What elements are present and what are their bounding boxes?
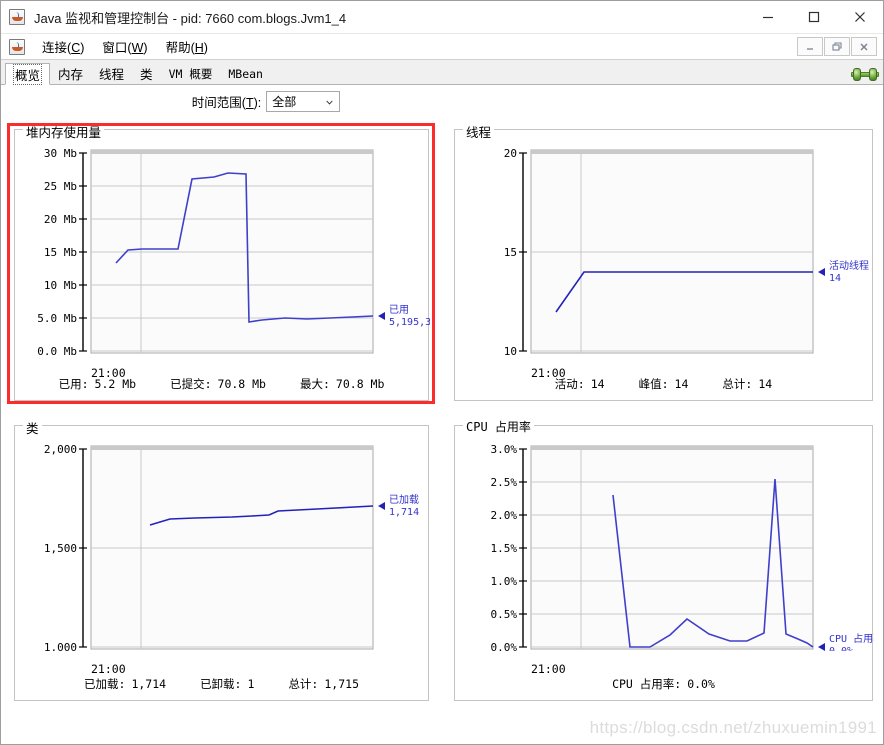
cpu-x-tick-label: 21:00 [531, 662, 566, 676]
window-title: Java 监视和管理控制台 - pid: 7660 com.blogs.Jvm1… [34, 10, 347, 26]
thread-stat-peak: 峰值: 14 [638, 377, 689, 391]
time-range-value: 全部 [272, 94, 297, 109]
time-range-label: 时间范围(T): [191, 95, 262, 110]
menu-item-window[interactable]: 窗口(W) [93, 35, 156, 58]
svg-text:15 Mb: 15 Mb [44, 246, 77, 259]
cpu-panel-title: CPU 占用率 [463, 418, 534, 435]
classes-stat-loaded: 已加载: 1,714 [84, 677, 167, 691]
chevron-down-icon [326, 100, 333, 105]
svg-text:已用: 已用 [389, 305, 409, 316]
svg-text:活动线程: 活动线程 [829, 259, 869, 272]
classes-stat-unloaded: 已卸载: 1 [200, 677, 255, 691]
menu-item-help[interactable]: 帮助(H) [157, 35, 217, 58]
svg-text:1,500: 1,500 [44, 542, 77, 555]
minimize-button[interactable] [745, 1, 791, 33]
cpu-stat-usage: CPU 占用率: 0.0% [612, 677, 715, 691]
window-controls [745, 1, 883, 33]
svg-text:5.0 Mb: 5.0 Mb [37, 312, 77, 325]
thread-stat-live: 活动: 14 [554, 377, 605, 391]
chart-panel-grid: 堆内存使用量 30 Mb 25 Mb 20 Mb 15 Mb 10 Mb 5.0… [1, 122, 883, 744]
mdi-window-controls [797, 37, 883, 56]
thread-chart[interactable]: 20 15 10 活动线程 14 [455, 140, 872, 355]
svg-text:3.0%: 3.0% [491, 443, 518, 456]
menu-bar: 连接(C) 窗口(W) 帮助(H) [1, 34, 883, 60]
heap-memory-panel: 堆内存使用量 30 Mb 25 Mb 20 Mb 15 Mb 10 Mb 5.0… [14, 122, 430, 401]
svg-text:15: 15 [504, 246, 517, 259]
classes-panel: 类 2,000 1,500 1,000 已加载 1,714 21:00 已加载:… [14, 418, 429, 701]
cpu-usage-chart[interactable]: 3.0% 2.5% 2.0% 1.5% 1.0% 0.5% 0.0% CPU 占… [455, 436, 874, 651]
thread-stats: 活动: 14 峰值: 14 总计: 14 [455, 376, 872, 392]
svg-text:2.0%: 2.0% [491, 509, 518, 522]
tab-mbean[interactable]: MBean [220, 63, 271, 84]
tab-vm-summary[interactable]: VM 概要 [160, 63, 221, 84]
time-range-select[interactable]: 全部 [266, 90, 341, 112]
menu-items: 连接(C) 窗口(W) 帮助(H) [33, 35, 217, 58]
svg-text:0.5%: 0.5% [491, 608, 518, 621]
svg-text:1,000: 1,000 [44, 641, 77, 651]
thread-stat-total: 总计: 14 [722, 377, 773, 391]
svg-text:CPU 占用率: CPU 占用率 [829, 632, 874, 645]
mdi-restore-button[interactable] [824, 37, 850, 56]
time-range-row: 时间范围(T): 全部 [1, 89, 883, 113]
maximize-button[interactable] [791, 1, 837, 33]
menu-item-connect[interactable]: 连接(C) [33, 35, 93, 58]
svg-text:10: 10 [504, 345, 517, 355]
classes-x-tick-label: 21:00 [91, 662, 126, 676]
mdi-minimize-button[interactable] [797, 37, 823, 56]
tab-threads[interactable]: 线程 [91, 63, 133, 84]
svg-text:1,714: 1,714 [389, 507, 419, 518]
svg-text:0.0 Mb: 0.0 Mb [37, 345, 77, 355]
svg-text:5,195,352: 5,195,352 [389, 317, 430, 328]
heap-stats: 已用: 5.2 Mb 已提交: 70.8 Mb 最大: 70.8 Mb [15, 376, 428, 392]
heap-memory-chart[interactable]: 30 Mb 25 Mb 20 Mb 15 Mb 10 Mb 5.0 Mb 0.0… [15, 140, 430, 355]
svg-text:2,000: 2,000 [44, 443, 77, 456]
classes-panel-title: 类 [23, 418, 42, 437]
threads-panel-title: 线程 [463, 122, 495, 141]
mdi-close-button[interactable] [851, 37, 877, 56]
svg-text:1.5%: 1.5% [491, 542, 518, 555]
title-bar: Java 监视和管理控制台 - pid: 7660 com.blogs.Jvm1… [1, 1, 883, 34]
svg-text:已加载: 已加载 [389, 494, 419, 506]
classes-chart[interactable]: 2,000 1,500 1,000 已加载 1,714 [15, 436, 428, 651]
svg-text:30 Mb: 30 Mb [44, 147, 77, 160]
svg-text:20: 20 [504, 147, 517, 160]
svg-text:25 Mb: 25 Mb [44, 180, 77, 193]
svg-text:10 Mb: 10 Mb [44, 279, 77, 292]
svg-text:1.0%: 1.0% [491, 575, 518, 588]
tab-classes[interactable]: 类 [132, 63, 161, 84]
svg-text:14: 14 [829, 273, 841, 284]
tab-bar: 概览 内存 线程 类 VM 概要 MBean [1, 60, 883, 85]
tab-memory[interactable]: 内存 [50, 63, 92, 84]
svg-text:0.0%: 0.0% [491, 641, 518, 651]
cpu-stats: CPU 占用率: 0.0% [455, 676, 872, 692]
svg-text:20 Mb: 20 Mb [44, 213, 77, 226]
heap-stat-committed: 已提交: 70.8 Mb [170, 377, 266, 391]
threads-panel: 线程 20 15 10 活动线程 14 21:00 活动: 14 峰值: 14 … [454, 122, 873, 401]
svg-text:2.5%: 2.5% [491, 476, 518, 489]
tab-overview[interactable]: 概览 [5, 63, 51, 85]
classes-stats: 已加载: 1,714 已卸载: 1 总计: 1,715 [15, 676, 428, 692]
java-app-icon [9, 9, 25, 25]
heap-stat-used: 已用: 5.2 Mb [58, 377, 137, 391]
svg-text:0.0%: 0.0% [829, 646, 853, 651]
classes-stat-total: 总计: 1,715 [288, 677, 359, 691]
heap-stat-max: 最大: 70.8 Mb [299, 377, 385, 391]
cpu-usage-panel: CPU 占用率 3.0% 2.5% 2.0% 1.5% 1.0% 0.5% 0.… [454, 418, 874, 701]
heap-panel-title: 堆内存使用量 [23, 122, 105, 141]
close-button[interactable] [837, 1, 883, 33]
connection-status-icon[interactable] [851, 67, 879, 82]
overview-content: 时间范围(T): 全部 堆内存使用量 30 Mb 25 Mb 20 Mb 15 … [1, 85, 883, 744]
menu-java-icon [9, 38, 25, 55]
jconsole-window: Java 监视和管理控制台 - pid: 7660 com.blogs.Jvm1… [0, 0, 884, 745]
